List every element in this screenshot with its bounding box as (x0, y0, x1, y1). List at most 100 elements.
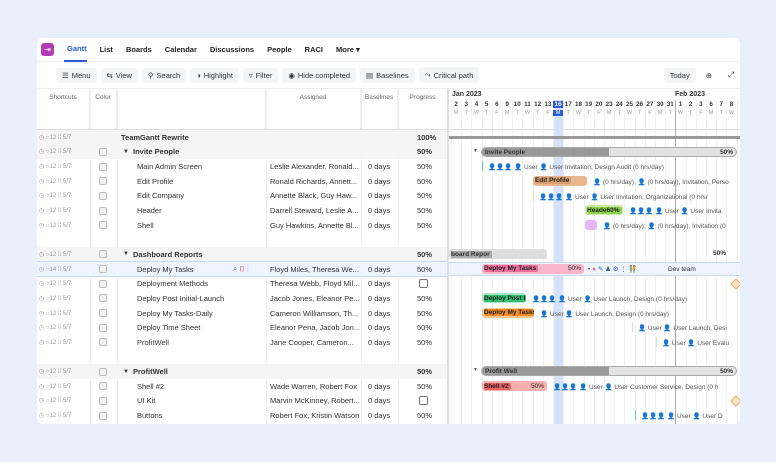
table-row[interactable]: ◷ ○14 ⁞⁞ 5/7 Deploy My Tasks ⌕ ▯ ⋮ Floyd Mi… (37, 260, 448, 278)
summary-bar[interactable]: board Repor (449, 249, 547, 260)
row-shortcuts[interactable]: ◷ ○12 ⁞⁞ 5/7 (39, 280, 71, 287)
milestone-diamond[interactable] (730, 395, 740, 407)
color-swatch[interactable] (99, 382, 107, 391)
tab-more[interactable]: More ▾ (333, 38, 360, 62)
summary-bar[interactable]: Invite People 50% (481, 146, 737, 157)
tab-boards[interactable]: Boards (123, 38, 152, 62)
filter-button[interactable]: ▿ Filter (242, 67, 279, 83)
row-shortcuts[interactable]: ◷ ○12 ⁞⁞ 5/7 (39, 368, 71, 375)
task-name[interactable]: Edit Profile (137, 177, 173, 186)
view-button[interactable]: ⇆ View (100, 67, 138, 83)
baselines-button[interactable]: ▤ Baselines (360, 67, 415, 83)
table-row[interactable]: ◷ ○12 ⁞⁞ 5/7 Main Admin Screen Leslie Alex… (37, 159, 447, 174)
table-row[interactable]: ◷ ○12 ⁞⁞ 5/7 Header Darrell Steward, Lesli… (37, 203, 447, 218)
settings-icon[interactable]: ⚙ (613, 266, 619, 273)
row-shortcuts[interactable]: ◷ ○12 ⁞⁞ 5/7 (39, 134, 71, 141)
color-swatch[interactable] (99, 294, 107, 303)
row-shortcuts[interactable]: ◷ ○12 ⁞⁞ 5/7 (39, 324, 71, 331)
tab-people[interactable]: People (264, 38, 292, 62)
task-name[interactable]: ProfitWell (133, 367, 168, 376)
row-shortcuts[interactable]: ◷ ○12 ⁞⁞ 5/7 (39, 207, 71, 214)
group-row[interactable]: ◷ ○12 ⁞⁞ 5/7 ▼ ProfitWell 50% (37, 364, 447, 379)
hide-completed-button[interactable]: ◉ Hide completed (282, 67, 357, 83)
color-swatch[interactable] (99, 250, 107, 259)
tab-raci[interactable]: RACI (302, 38, 323, 62)
task-name[interactable]: Dashboard Reports (133, 250, 203, 259)
table-row[interactable]: ◷ ○12 ⁞⁞ 5/7 Edit Company Annette Black, G… (37, 189, 447, 204)
collapse-caret-icon[interactable]: ▼ (123, 251, 129, 257)
task-name[interactable]: Main Admin Screen (137, 162, 202, 171)
highlight-button[interactable]: ◑ Highlight (190, 67, 239, 83)
table-row[interactable]: ◷ ○12 ⁞⁞ 5/7 ProfitWell Jane Cooper, Camer… (37, 335, 447, 350)
more-icon[interactable]: ⋮ (247, 264, 249, 273)
milestone-checkbox[interactable] (419, 396, 428, 406)
task-name[interactable]: Buttons (137, 411, 162, 420)
group-row[interactable]: ◷ ○12 ⁞⁞ 5/7 TeamGantt Rewrite 100% (37, 130, 447, 145)
table-row[interactable]: ◷ ○12 ⁞⁞ 5/7 Deploy My Tasks-Daily Cameron… (37, 306, 447, 321)
tab-list[interactable]: List (97, 38, 113, 62)
task-bar[interactable]: Shell #2 50% (482, 381, 547, 392)
zoom-icon[interactable]: ⊕ (700, 68, 718, 83)
dot-icon[interactable]: • (588, 266, 590, 273)
search-button[interactable]: ⚲ Search (141, 67, 187, 83)
task-name[interactable]: TeamGantt Rewrite (121, 133, 189, 142)
tab-calendar[interactable]: Calendar (162, 38, 197, 62)
assigned-people[interactable]: Wade Warren, Robert Fox (270, 382, 360, 391)
table-row[interactable]: ◷ ○12 ⁞⁞ 5/7 Shell #2 Wade Warren, Robert … (37, 379, 447, 394)
color-swatch[interactable] (99, 367, 107, 376)
task-name[interactable]: Deploy My Tasks-Daily (137, 309, 213, 318)
critical-path-button[interactable]: ⤳ Critical path (418, 67, 480, 83)
project-bar[interactable] (449, 136, 740, 139)
task-name[interactable]: Edit Company (137, 191, 184, 200)
assigned-people[interactable]: Floyd Miles, Theresa We... (270, 265, 360, 274)
color-swatch[interactable] (99, 279, 107, 288)
group-row[interactable]: ◷ ○12 ⁞⁞ 5/7 ▼ Invite People 50% (37, 144, 447, 160)
color-swatch[interactable] (99, 323, 107, 332)
row-shortcuts[interactable]: ◷ ○12 ⁞⁞ 5/7 (39, 178, 71, 185)
task-bar[interactable]: Deploy My Tasks (482, 307, 534, 318)
comment-icon[interactable]: ⌕ (233, 264, 237, 273)
collapse-caret-icon[interactable]: ▼ (123, 149, 129, 155)
pencil-icon[interactable]: ✎ (598, 266, 603, 273)
tab-discussions[interactable]: Discussions (207, 38, 254, 62)
milestone-diamond[interactable] (730, 277, 740, 290)
summary-bar[interactable]: Profit Well 50% (481, 366, 737, 377)
color-swatch[interactable] (99, 338, 107, 347)
task-marker[interactable] (632, 322, 633, 333)
assigned-people[interactable]: Annette Black, Guy Haw... (270, 191, 360, 200)
row-shortcuts[interactable]: ◷ ○12 ⁞⁞ 5/7 (39, 339, 71, 346)
color-swatch[interactable] (99, 162, 107, 171)
task-name[interactable]: Deploy Time Sheet (137, 323, 200, 332)
table-row[interactable]: ◷ ○12 ⁞⁞ 5/7 Deployment Methods Theresa We… (37, 277, 447, 292)
color-swatch[interactable] (99, 411, 107, 420)
color-swatch[interactable] (99, 191, 107, 200)
task-bar[interactable]: Deploy My Tasks 50% (482, 263, 584, 274)
row-shortcuts[interactable]: ◷ ○12 ⁞⁞ 5/7 (39, 251, 71, 258)
table-row[interactable]: ◷ ○12 ⁞⁞ 5/7 Buttons Robert Fox, Kristin W… (37, 408, 447, 423)
row-shortcuts[interactable]: ◷ ○12 ⁞⁞ 5/7 (39, 397, 71, 404)
color-swatch[interactable] (99, 396, 107, 405)
task-name[interactable]: Deploy My Tasks (137, 265, 194, 274)
task-bar[interactable]: Deploy Post I (482, 293, 526, 304)
assigned-people[interactable]: Jacob Jones, Eleanor Pe... (270, 294, 360, 303)
row-shortcuts[interactable]: ◷ ○12 ⁞⁞ 5/7 (39, 163, 71, 170)
row-shortcuts[interactable]: ◷ ○12 ⁞⁞ 5/7 (39, 295, 71, 302)
assigned-people[interactable]: Theresa Webb, Floyd Mil... (270, 279, 360, 288)
assigned-people[interactable]: Guy Hawkins, Annette Bl... (270, 221, 360, 230)
more-icon[interactable]: ⋮ (620, 266, 627, 273)
assigned-people[interactable]: Robert Fox, Kristin Watson (270, 411, 360, 420)
assigned-people[interactable]: Cameron Williamson, Th... (270, 309, 360, 318)
task-name[interactable]: ProfitWell (137, 338, 169, 347)
task-bar[interactable] (585, 219, 597, 230)
assign-icon[interactable]: ♟ (605, 266, 611, 273)
table-row[interactable]: ◷ ○12 ⁞⁞ 5/7 UI Kit Marvin McKinney, Rober… (37, 394, 447, 409)
assigned-people[interactable]: Leslie Alexander, Ronald... (270, 162, 360, 171)
task-marker[interactable] (635, 410, 636, 421)
row-shortcuts[interactable]: ◷ ○12 ⁞⁞ 5/7 (39, 310, 71, 317)
row-shortcuts[interactable]: ◷ ○12 ⁞⁞ 5/7 (39, 148, 71, 155)
collapse-caret-icon[interactable]: ▼ (473, 367, 478, 373)
color-icon[interactable]: ● (592, 266, 596, 273)
table-row[interactable]: ◷ ○12 ⁞⁞ 5/7 Shell Guy Hawkins, Annette Bl… (37, 218, 447, 233)
collapse-sidebar-button[interactable]: ⇥ (41, 43, 54, 56)
task-name[interactable]: Header (137, 206, 162, 215)
